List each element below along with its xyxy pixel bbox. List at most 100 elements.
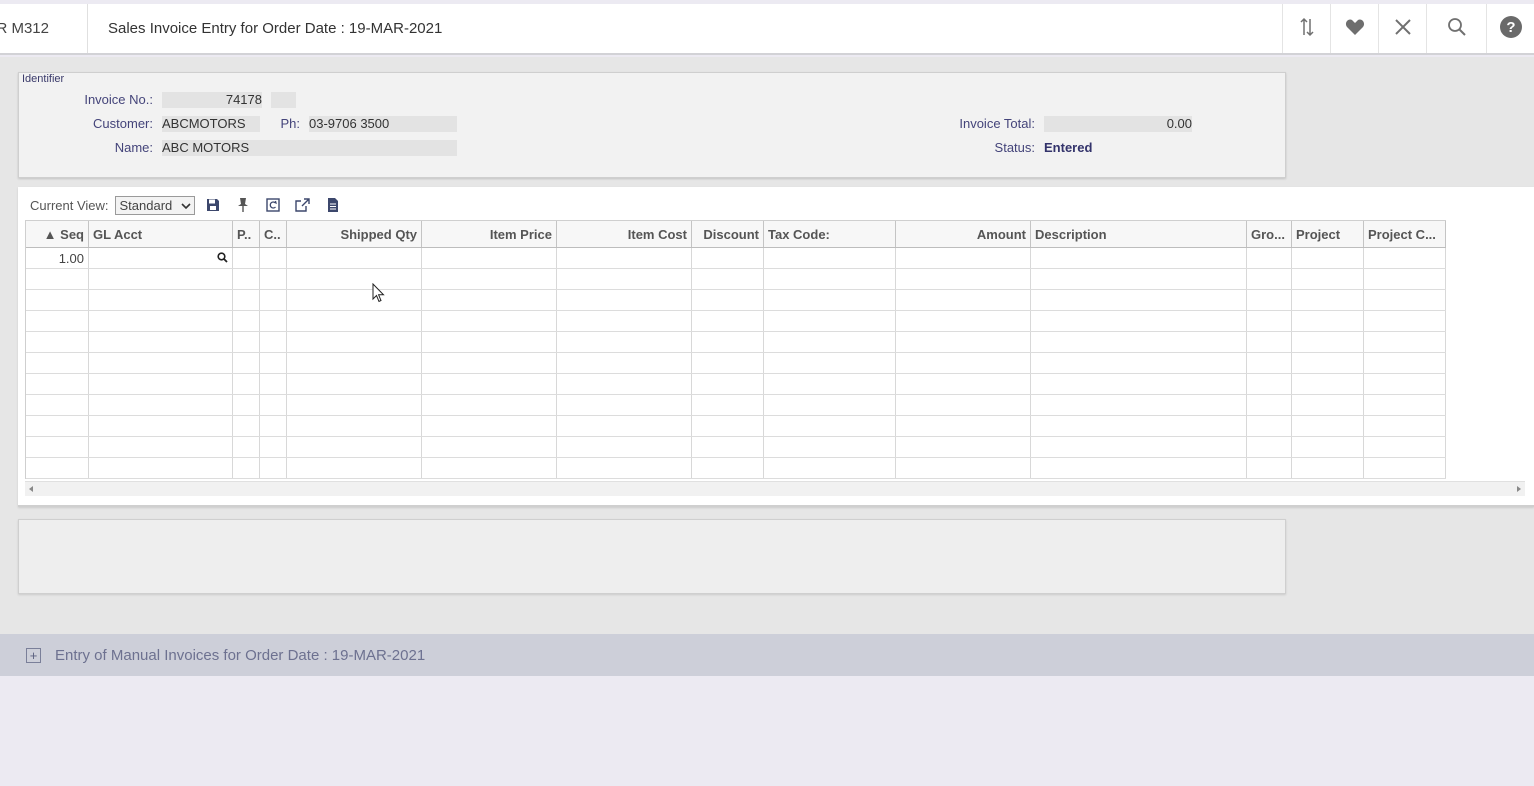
table-cell[interactable] xyxy=(764,332,896,352)
table-cell[interactable] xyxy=(557,353,692,373)
table-cell[interactable] xyxy=(26,269,89,289)
table-cell[interactable] xyxy=(26,437,89,457)
table-cell[interactable] xyxy=(1364,437,1446,457)
table-cell[interactable] xyxy=(287,269,422,289)
table-cell[interactable] xyxy=(692,269,764,289)
table-cell[interactable] xyxy=(1031,437,1247,457)
document-button[interactable] xyxy=(321,195,345,215)
table-row[interactable] xyxy=(26,353,1446,374)
invoice-suffix-field[interactable] xyxy=(271,92,296,108)
table-cell[interactable] xyxy=(89,437,233,457)
table-cell[interactable] xyxy=(233,353,260,373)
table-cell[interactable] xyxy=(89,395,233,415)
table-cell[interactable] xyxy=(896,311,1031,331)
table-cell[interactable] xyxy=(1247,416,1292,436)
pin-button[interactable] xyxy=(231,195,255,215)
table-cell[interactable] xyxy=(557,269,692,289)
table-cell[interactable] xyxy=(422,353,557,373)
table-cell[interactable] xyxy=(692,458,764,478)
table-cell[interactable] xyxy=(422,332,557,352)
table-cell[interactable] xyxy=(1031,416,1247,436)
table-cell[interactable] xyxy=(1247,311,1292,331)
table-row[interactable] xyxy=(26,374,1446,395)
table-cell[interactable] xyxy=(233,290,260,310)
table-cell[interactable] xyxy=(692,395,764,415)
table-row[interactable] xyxy=(26,332,1446,353)
table-cell[interactable] xyxy=(1292,290,1364,310)
table-cell[interactable] xyxy=(26,332,89,352)
table-row[interactable] xyxy=(26,269,1446,290)
table-cell[interactable] xyxy=(89,458,233,478)
table-cell[interactable] xyxy=(896,437,1031,457)
table-cell[interactable] xyxy=(1031,353,1247,373)
table-cell[interactable] xyxy=(557,248,692,268)
table-cell[interactable] xyxy=(1031,290,1247,310)
table-cell[interactable] xyxy=(1364,248,1446,268)
horizontal-scrollbar[interactable] xyxy=(25,481,1525,496)
section-header[interactable]: + Entry of Manual Invoices for Order Dat… xyxy=(0,634,1534,676)
column-header[interactable]: C.. xyxy=(260,221,287,247)
table-cell[interactable] xyxy=(896,248,1031,268)
table-cell[interactable] xyxy=(1292,458,1364,478)
table-cell[interactable] xyxy=(422,458,557,478)
column-header[interactable]: Shipped Qty xyxy=(287,221,422,247)
table-cell[interactable] xyxy=(896,416,1031,436)
table-cell[interactable] xyxy=(764,269,896,289)
table-cell[interactable] xyxy=(89,269,233,289)
column-header[interactable]: Description xyxy=(1031,221,1247,247)
table-cell[interactable] xyxy=(1364,458,1446,478)
table-cell[interactable] xyxy=(422,290,557,310)
table-cell[interactable] xyxy=(1247,269,1292,289)
sort-toggle-button[interactable] xyxy=(1282,4,1330,53)
table-cell[interactable] xyxy=(89,311,233,331)
table-cell[interactable] xyxy=(233,395,260,415)
table-cell[interactable] xyxy=(89,290,233,310)
table-cell[interactable] xyxy=(89,248,233,268)
table-cell[interactable] xyxy=(422,269,557,289)
table-cell[interactable] xyxy=(692,332,764,352)
table-cell[interactable] xyxy=(1031,269,1247,289)
table-cell[interactable] xyxy=(26,395,89,415)
column-header[interactable]: P.. xyxy=(233,221,260,247)
table-cell[interactable] xyxy=(1031,332,1247,352)
table-row[interactable] xyxy=(26,290,1446,311)
phone-field[interactable]: 03-9706 3500 xyxy=(309,116,457,132)
table-cell[interactable] xyxy=(260,269,287,289)
table-cell[interactable] xyxy=(260,437,287,457)
table-cell[interactable] xyxy=(1292,374,1364,394)
table-cell[interactable] xyxy=(89,374,233,394)
table-cell[interactable] xyxy=(692,290,764,310)
table-cell[interactable] xyxy=(764,374,896,394)
table-cell[interactable] xyxy=(233,458,260,478)
table-cell[interactable] xyxy=(896,269,1031,289)
table-cell[interactable] xyxy=(1364,311,1446,331)
table-cell[interactable] xyxy=(1364,374,1446,394)
table-cell[interactable] xyxy=(1031,374,1247,394)
table-cell[interactable] xyxy=(1292,248,1364,268)
scroll-right-icon[interactable] xyxy=(1517,486,1521,492)
table-cell[interactable] xyxy=(557,395,692,415)
table-cell[interactable] xyxy=(1247,437,1292,457)
table-cell[interactable] xyxy=(1031,248,1247,268)
table-cell[interactable] xyxy=(557,311,692,331)
table-cell[interactable] xyxy=(1292,437,1364,457)
table-cell[interactable] xyxy=(1292,353,1364,373)
table-cell[interactable] xyxy=(692,248,764,268)
table-cell[interactable] xyxy=(1292,416,1364,436)
column-header[interactable]: Gro... xyxy=(1247,221,1292,247)
table-cell[interactable] xyxy=(287,374,422,394)
column-header[interactable]: Project xyxy=(1292,221,1364,247)
column-header[interactable]: Discount xyxy=(692,221,764,247)
invoice-no-field[interactable]: 74178 xyxy=(162,92,262,108)
table-cell[interactable] xyxy=(260,416,287,436)
table-cell[interactable] xyxy=(557,437,692,457)
table-cell[interactable] xyxy=(1247,290,1292,310)
column-header[interactable]: Item Cost xyxy=(557,221,692,247)
table-cell[interactable] xyxy=(89,416,233,436)
table-cell[interactable] xyxy=(1364,290,1446,310)
table-cell[interactable] xyxy=(89,332,233,352)
table-cell[interactable] xyxy=(233,269,260,289)
table-cell[interactable] xyxy=(26,416,89,436)
table-cell[interactable] xyxy=(1031,311,1247,331)
table-cell[interactable] xyxy=(260,374,287,394)
